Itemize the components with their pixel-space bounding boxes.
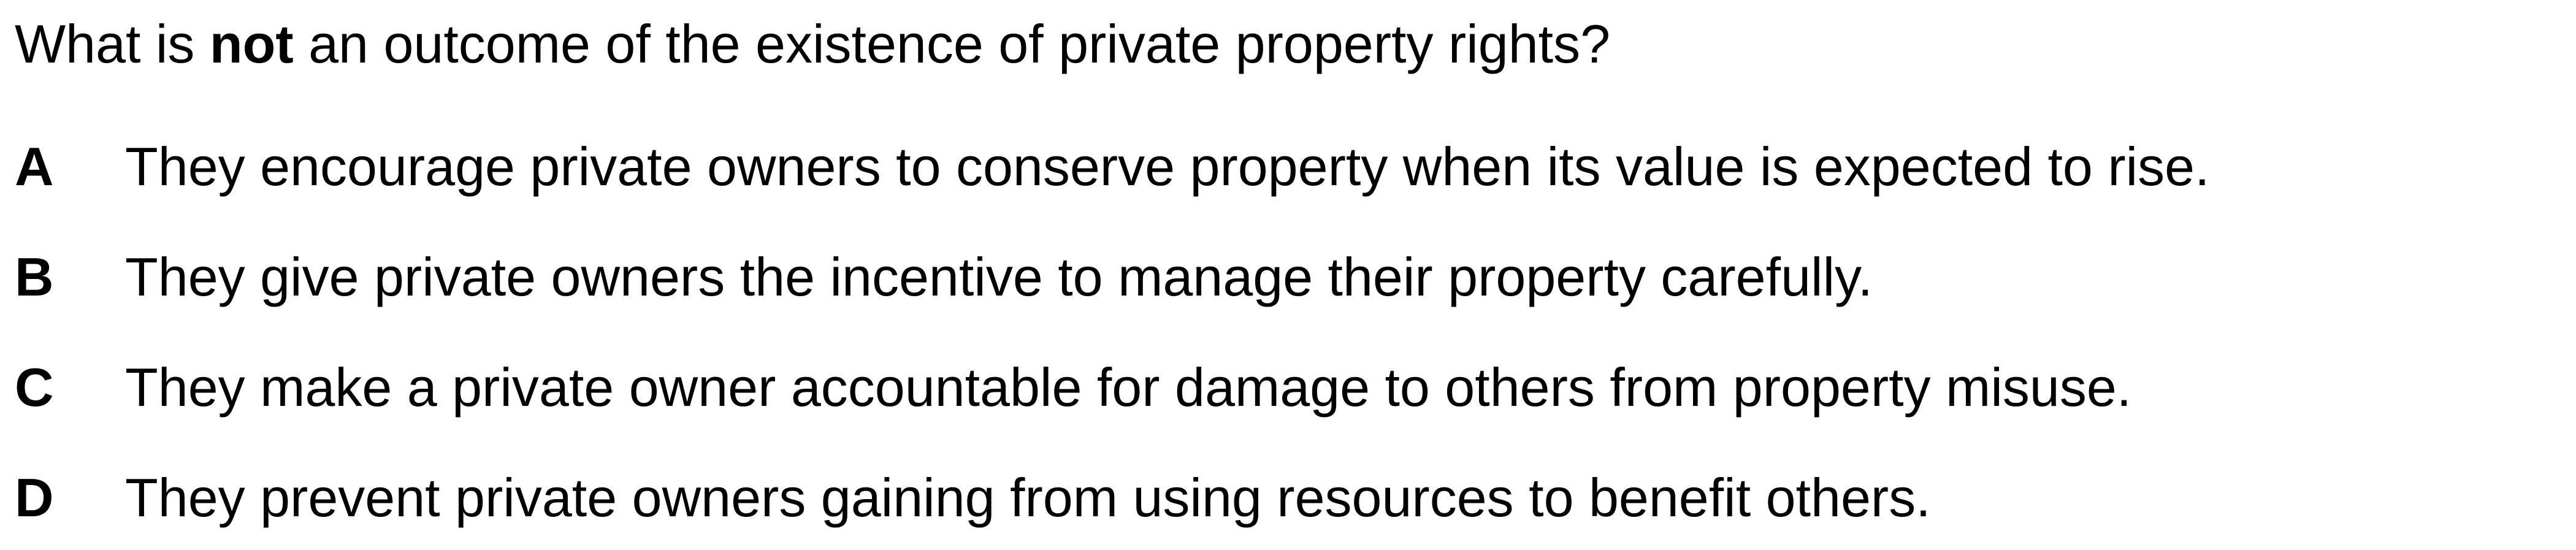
answer-option-a[interactable]: A They encourage private owners to conse…: [15, 130, 2559, 204]
answer-options: A They encourage private owners to conse…: [0, 0, 2576, 550]
option-text-d: They prevent private owners gaining from…: [125, 467, 1931, 528]
answer-option-d[interactable]: D They prevent private owners gaining fr…: [15, 461, 2559, 535]
option-text-b: They give private owners the incentive t…: [125, 246, 1873, 307]
answer-option-c[interactable]: C They make a private owner accountable …: [15, 351, 2559, 424]
option-text-a: They encourage private owners to conserv…: [125, 136, 2210, 197]
option-letter-a: A: [15, 136, 54, 197]
option-letter-b: B: [15, 246, 54, 307]
answer-option-b[interactable]: B They give private owners the incentive…: [15, 240, 2559, 314]
option-text-c: They make a private owner accountable fo…: [125, 357, 2132, 418]
option-letter-d: D: [15, 467, 54, 528]
option-letter-c: C: [15, 357, 54, 418]
